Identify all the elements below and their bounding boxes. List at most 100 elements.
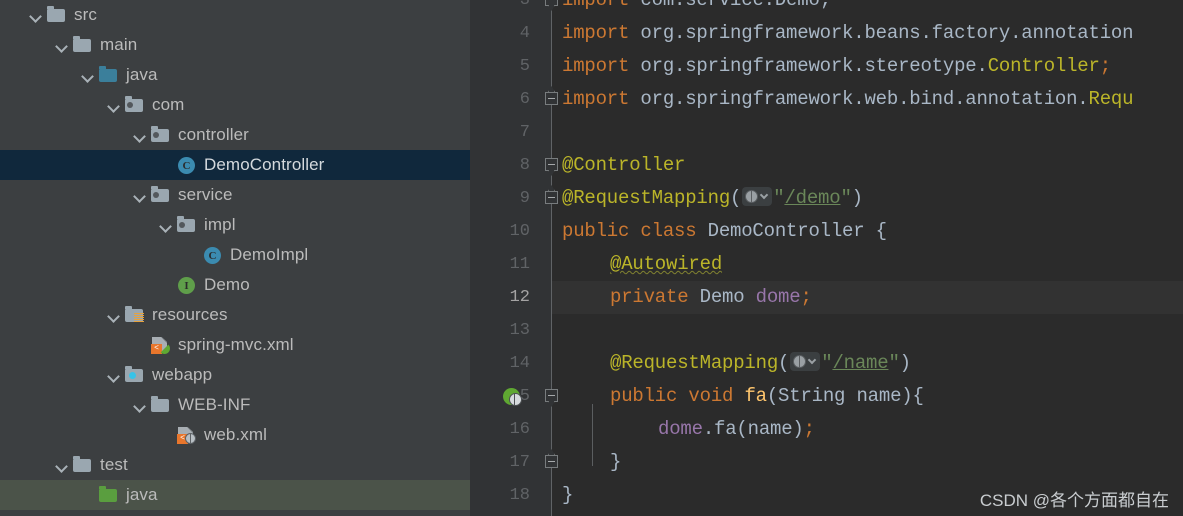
code-token: Demo	[699, 286, 756, 308]
code-token: import	[562, 88, 641, 110]
url-globe-chevron-badge[interactable]	[790, 352, 821, 371]
tree-item-main[interactable]: main	[0, 30, 470, 60]
folder-test-source-icon	[99, 486, 119, 504]
line-number: 4	[519, 24, 530, 43]
code-line-12[interactable]: 12 private Demo dome;	[470, 281, 1183, 314]
code-text[interactable]: public class DemoController {	[562, 215, 887, 248]
code-text[interactable]: @RequestMapping("/demo")	[562, 182, 863, 215]
code-token: org.springframework.web.bind.annotation.	[640, 88, 1089, 110]
tree-item-com[interactable]: com	[0, 90, 470, 120]
code-text[interactable]	[562, 314, 610, 347]
code-token: }	[562, 484, 574, 506]
code-line-5[interactable]: 5 import org.springframework.stereotype.C…	[470, 50, 1183, 83]
tree-item-src[interactable]: src	[0, 0, 470, 30]
code-line-4[interactable]: 4 import org.springframework.beans.factor…	[470, 17, 1183, 50]
tree-item-label: WEB-INF	[178, 395, 251, 414]
tree-item-resources[interactable]: resources	[0, 300, 470, 330]
code-token: org.springframework.beans.factory.annota…	[640, 22, 1134, 44]
line-number: 13	[509, 321, 530, 340]
code-line-11[interactable]: 11 @Autowired	[470, 248, 1183, 281]
fold-close-icon[interactable]	[544, 86, 560, 107]
code-text[interactable]: dome.fa(name);	[562, 413, 815, 446]
tree-item-demoimpl[interactable]: C DemoImpl	[0, 240, 470, 270]
chevron-down-icon[interactable]	[80, 67, 96, 83]
line-number: 8	[519, 156, 530, 175]
folder-package-icon	[177, 216, 197, 234]
code-token: )	[851, 187, 863, 209]
chevron-down-icon[interactable]	[106, 307, 122, 323]
tree-item-label: resources	[152, 305, 228, 324]
chevron-down-icon[interactable]	[132, 127, 148, 143]
url-mapping-gutter-icon[interactable]	[503, 388, 522, 406]
code-line-17[interactable]: 17}	[470, 446, 1183, 479]
code-text[interactable]: @Controller	[562, 149, 685, 182]
code-text[interactable]: public void fa(String name){	[562, 380, 924, 413]
method-fold-guide	[592, 404, 593, 466]
code-text[interactable]: import org.springframework.beans.factory…	[562, 17, 1134, 50]
tree-item-label: controller	[178, 125, 249, 144]
tree-item-test[interactable]: test	[0, 450, 470, 480]
code-text[interactable]: import org.springframework.web.bind.anno…	[562, 83, 1134, 116]
tree-item-label: java	[126, 65, 158, 84]
project-tree-panel[interactable]: src main java com controller C DemoController s…	[0, 0, 470, 516]
tree-item-java[interactable]: java	[0, 480, 470, 510]
chevron-down-icon[interactable]	[28, 7, 44, 23]
tree-item-java[interactable]: java	[0, 60, 470, 90]
code-text[interactable]: }	[562, 479, 573, 512]
code-text[interactable]: @Autowired	[562, 248, 722, 281]
code-text[interactable]: import com.service.Demo;	[562, 0, 831, 17]
code-line-7[interactable]: 7	[470, 116, 1183, 149]
code-line-15[interactable]: 15public void fa(String name){	[470, 380, 1183, 413]
line-number: 9	[519, 189, 530, 208]
code-token: "	[773, 187, 785, 209]
code-line-8[interactable]: 8 @Controller	[470, 149, 1183, 182]
ide-window: src main java com controller C DemoController s…	[0, 0, 1183, 516]
tree-item-democontroller[interactable]: C DemoController	[0, 150, 470, 180]
code-line-6[interactable]: 6 import org.springframework.web.bind.ann…	[470, 83, 1183, 116]
tree-item-web-xml[interactable]: < web.xml	[0, 420, 470, 450]
code-line-14[interactable]: 14 @RequestMapping("/name")	[470, 347, 1183, 380]
chevron-down-icon[interactable]	[132, 397, 148, 413]
line-number: 10	[509, 222, 530, 241]
code-line-13[interactable]: 13	[470, 314, 1183, 347]
tree-item-service[interactable]: service	[0, 180, 470, 210]
fold-close-icon[interactable]	[544, 185, 560, 206]
tree-item-controller[interactable]: controller	[0, 120, 470, 150]
code-token: com.service.Demo;	[640, 0, 831, 11]
code-text[interactable]: @RequestMapping("/name")	[562, 347, 911, 380]
code-token: dome	[658, 418, 703, 440]
code-editor-panel[interactable]: 3 import com.service.Demo; 4 import org.spr…	[470, 0, 1183, 516]
fold-close-icon[interactable]	[544, 449, 560, 470]
code-line-3[interactable]: 3 import com.service.Demo;	[470, 0, 1183, 17]
code-token: public void	[610, 385, 745, 407]
chevron-down-icon[interactable]	[106, 367, 122, 383]
folder-source-icon	[99, 66, 119, 84]
code-text[interactable]: import org.springframework.stereotype.Co…	[562, 50, 1111, 83]
code-token: dome	[755, 286, 801, 308]
tree-item-spring-mvc-xml[interactable]: < spring-mvc.xml	[0, 330, 470, 360]
chevron-down-icon[interactable]	[106, 97, 122, 113]
tree-item-label: main	[100, 35, 138, 54]
chevron-down-icon[interactable]	[158, 217, 174, 233]
chevron-down-icon[interactable]	[54, 37, 70, 53]
fold-open-icon[interactable]	[544, 0, 560, 11]
code-token: ;	[1099, 55, 1111, 77]
code-line-16[interactable]: 16 dome.fa(name);	[470, 413, 1183, 446]
tree-item-webapp[interactable]: webapp	[0, 360, 470, 390]
url-globe-chevron-badge[interactable]	[742, 187, 773, 206]
fold-open-icon[interactable]	[544, 388, 560, 407]
code-text[interactable]: private Demo dome;	[562, 281, 812, 314]
tree-item-impl[interactable]: impl	[0, 210, 470, 240]
csdn-watermark: CSDN @各个方面都自在	[979, 491, 1169, 510]
chevron-down-icon[interactable]	[132, 187, 148, 203]
fold-open-icon[interactable]	[544, 157, 560, 176]
tree-item-label: service	[178, 185, 233, 204]
code-line-9[interactable]: 9 @RequestMapping("/demo")	[470, 182, 1183, 215]
chevron-down-icon[interactable]	[54, 457, 70, 473]
code-line-10[interactable]: 10 public class DemoController {	[470, 215, 1183, 248]
tree-item-demo[interactable]: I Demo	[0, 270, 470, 300]
tree-item-web-inf[interactable]: WEB-INF	[0, 390, 470, 420]
line-number: 18	[509, 486, 530, 505]
